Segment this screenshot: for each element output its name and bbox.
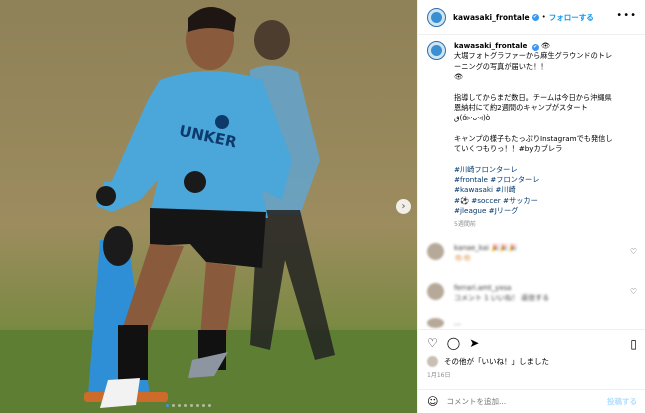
share-icon[interactable]: ➤	[469, 337, 479, 349]
account-avatar[interactable]	[427, 7, 446, 27]
carousel-dot	[172, 404, 175, 407]
caption-username[interactable]: kawasaki_frontale	[454, 41, 527, 50]
post-media[interactable]: UNKER ›	[0, 0, 417, 413]
likes-text: その他が「いいね！」しました	[444, 357, 549, 366]
verified-badge-icon: ✔	[531, 43, 539, 51]
add-comment-bar: ☺ 投稿する	[418, 389, 645, 413]
commenter-avatar[interactable]	[427, 243, 444, 260]
comment-author[interactable]: kanae_kai 🎉🎉🎉	[454, 243, 604, 253]
ellipsis-icon[interactable]: •••	[616, 10, 637, 21]
caption-line: 大堀フォトグラファーから麻生グラウンドのトレ	[454, 51, 613, 61]
carousel-dot	[190, 404, 193, 407]
heart-icon[interactable]: ♡	[630, 247, 637, 256]
heart-icon[interactable]: ♡	[630, 287, 637, 296]
post-date[interactable]: 1月16日	[427, 370, 450, 379]
carousel-dot	[196, 404, 199, 407]
caption-line: ていくつもりっ！！#byカブレラ	[454, 144, 563, 154]
heart-icon[interactable]: ♡	[427, 337, 438, 349]
bookmark-icon[interactable]: ▯	[630, 337, 637, 351]
eye-emoji: 👁	[541, 41, 551, 50]
carousel-dots	[166, 404, 211, 407]
caption-line: ٯ(ó▹·ᴗ·◃)ò	[454, 113, 491, 123]
emoji-icon[interactable]: ☺	[427, 395, 438, 408]
caption-body: kawasaki_frontale ✔ 👁 大堀フォトグラファーから麻生グラウン…	[454, 41, 639, 230]
caption-line: 恩納村にて約2週間のキャンプがスタート	[454, 103, 588, 113]
hashtag-link[interactable]: #川崎フロンターレ	[454, 165, 639, 175]
carousel-dot	[202, 404, 205, 407]
comment-item: ...	[427, 318, 639, 328]
separator-dot: •	[541, 13, 546, 21]
next-image-button[interactable]: ›	[396, 199, 411, 214]
hashtag-link[interactable]: #frontale #フロンターレ	[454, 175, 639, 185]
post-comment-button[interactable]: 投稿する	[607, 396, 637, 407]
training-photo: UNKER	[0, 0, 417, 413]
liker-avatar	[427, 356, 438, 367]
hashtag-link[interactable]: #⚽ #soccer #サッカー	[454, 196, 639, 206]
commenter-avatar[interactable]	[427, 283, 444, 300]
carousel-dot	[178, 404, 181, 407]
comment-item: ferrari.amt_yxsa コメント 1 いいね！ 返信する ♡	[427, 283, 639, 303]
carousel-dot	[166, 404, 169, 407]
hashtag-link[interactable]: #jleague #Jリーグ	[454, 206, 639, 216]
commenter-avatar[interactable]	[427, 318, 444, 328]
comment-input[interactable]	[446, 397, 597, 406]
caption-timestamp[interactable]: 5週間前	[454, 220, 639, 230]
comment-text: コメント 1 いいね！ 返信する	[454, 294, 550, 302]
caption-avatar[interactable]	[427, 41, 446, 60]
post-header: kawasaki_frontale ✔ • フォローする •••	[418, 0, 645, 35]
post-caption: kawasaki_frontale ✔ 👁 大堀フォトグラファーから麻生グラウン…	[427, 41, 639, 230]
comment-text: 👏🏻👏🏻	[454, 254, 472, 262]
carousel-dot	[208, 404, 211, 407]
caption-line: ーニングの写真が届いた！！	[454, 61, 548, 71]
instagram-post: UNKER › kawasaki_frontale ✔ • フォローする •••	[0, 0, 645, 413]
comment-icon[interactable]: ◯	[447, 337, 460, 349]
post-actions: ♡ ◯ ➤ ▯	[418, 329, 645, 355]
post-sidebar: kawasaki_frontale ✔ • フォローする ••• kawasak…	[417, 0, 645, 413]
caption-line: 👁	[454, 72, 464, 82]
caption-line: 指導してからまだ数日。チームは今日から沖縄県	[454, 92, 612, 102]
caption-line: キャンプの様子もたっぷりInstagramでも発信し	[454, 133, 613, 143]
comment-item: kanae_kai 🎉🎉🎉 👏🏻👏🏻 ♡	[427, 243, 639, 263]
likes-summary[interactable]: その他が「いいね！」しました	[427, 356, 549, 367]
hashtag-link[interactable]: #kawasaki #川崎	[454, 185, 639, 195]
carousel-dot	[184, 404, 187, 407]
account-username[interactable]: kawasaki_frontale	[453, 13, 530, 22]
verified-badge-icon: ✔	[531, 13, 539, 21]
comment-author[interactable]: ferrari.amt_yxsa	[454, 283, 604, 293]
follow-button[interactable]: フォローする	[549, 12, 594, 23]
comment-author[interactable]: ...	[454, 318, 604, 328]
